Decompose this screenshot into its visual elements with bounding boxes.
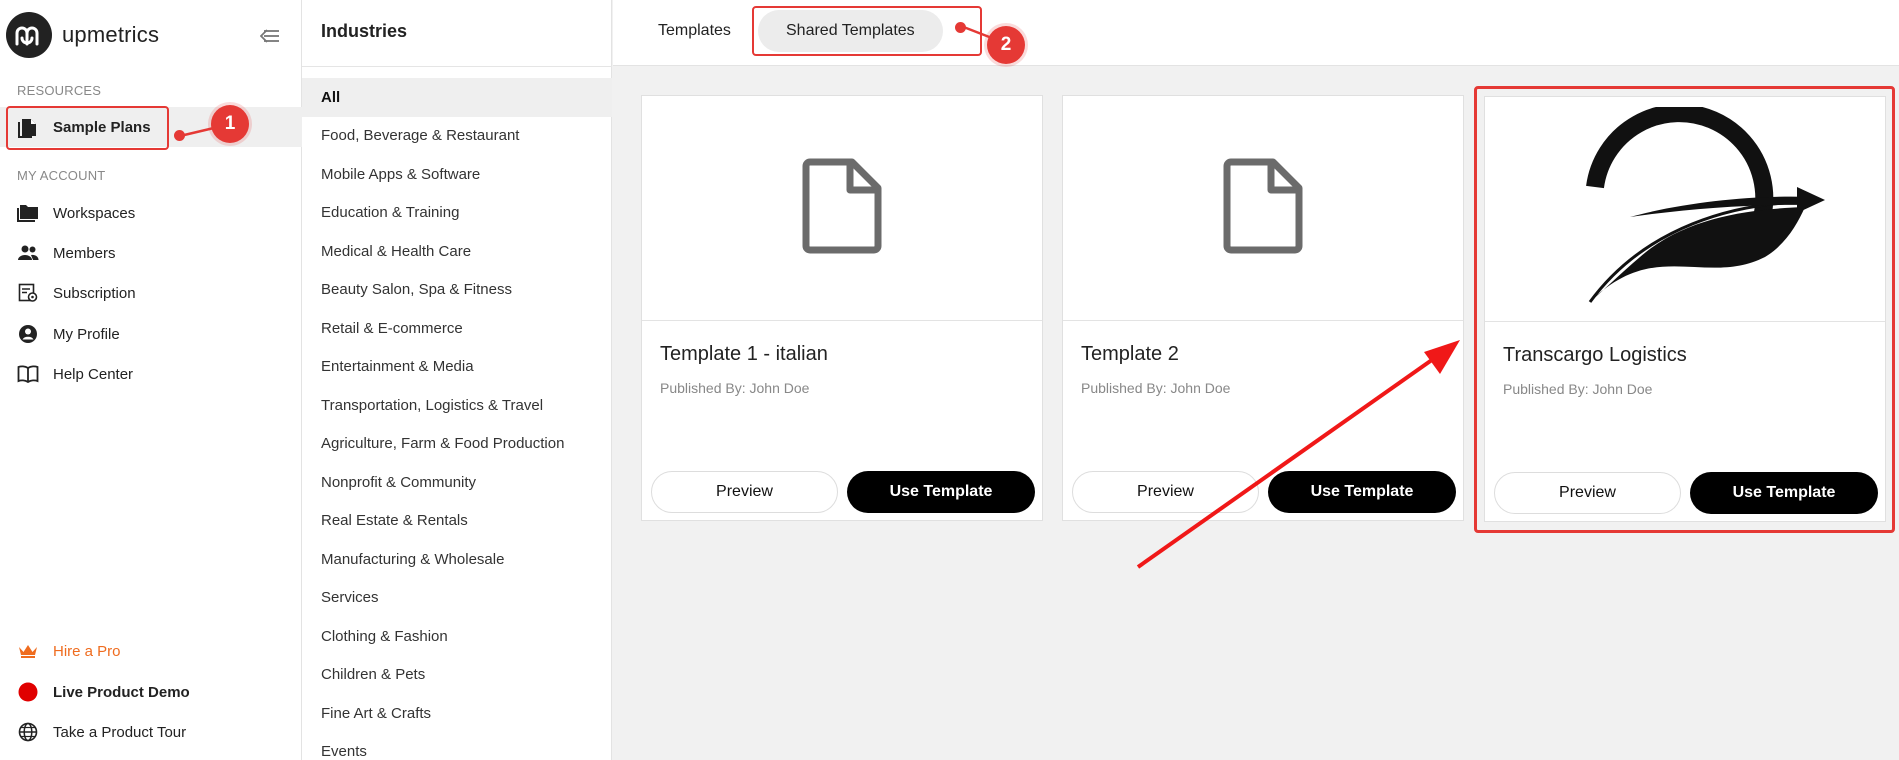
sidebar-item-label: Workspaces [53,204,136,222]
card-thumbnail [1063,96,1463,321]
industry-item[interactable]: Clothing & Fashion [302,617,612,656]
sidebar-item-label: My Profile [53,325,120,343]
sidebar-item-label: Subscription [53,284,136,302]
sidebar-item-label: Live Product Demo [53,683,190,701]
live-dot-icon [16,680,40,704]
document-icon [802,158,882,259]
preview-button[interactable]: Preview [651,471,838,513]
tab-templates[interactable]: Templates [630,10,759,52]
industry-item[interactable]: Nonprofit & Community [302,463,612,502]
sidebar-item-label: Take a Product Tour [53,723,187,741]
card-published-by: Published By: John Doe [1081,380,1231,396]
members-icon [16,241,40,265]
industry-item[interactable]: Children & Pets [302,656,612,695]
sidebar-item-live-product-demo[interactable]: Live Product Demo [0,672,302,712]
use-template-button[interactable]: Use Template [847,471,1035,513]
globe-icon [16,720,40,744]
card-title: Transcargo Logistics [1503,344,1687,366]
brand-name: upmetrics [62,22,160,47]
brand[interactable]: upmetrics [6,12,159,58]
card-title: Template 2 [1081,343,1179,365]
preview-button[interactable]: Preview [1072,471,1259,513]
industry-item[interactable]: Manufacturing & Wholesale [302,540,612,579]
industry-item[interactable]: Transportation, Logistics & Travel [302,386,612,425]
sidebar-item-label: Members [53,244,116,262]
my-account-section-label: MY ACCOUNT [17,168,106,183]
divider [302,66,612,67]
template-card[interactable]: Template 2 Published By: John Doe Previe… [1062,95,1464,521]
card-published-by: Published By: John Doe [1503,381,1653,397]
industry-item[interactable]: Services [302,579,612,618]
use-template-button[interactable]: Use Template [1268,471,1456,513]
card-thumbnail [1485,97,1885,322]
template-card[interactable]: Transcargo Logistics Published By: John … [1484,96,1886,522]
profile-icon [16,322,40,346]
template-card[interactable]: Template 1 - italian Published By: John … [641,95,1043,521]
document-icon [1223,158,1303,259]
industry-item[interactable]: Retail & E-commerce [302,309,612,348]
tab-bar: Templates Shared Templates [613,0,1899,66]
sidebar-item-take-a-product-tour[interactable]: Take a Product Tour [0,712,302,752]
resources-section-label: RESOURCES [17,83,102,98]
sidebar-item-my-profile[interactable]: My Profile [0,314,302,354]
industry-item[interactable]: Real Estate & Rentals [302,502,612,541]
industry-item[interactable]: Fine Art & Crafts [302,694,612,733]
sidebar-item-label: Help Center [53,365,134,383]
sidebar-item-subscription[interactable]: Subscription [0,273,302,313]
sidebar-item-sample-plans[interactable]: Sample Plans [0,107,302,147]
sidebar-item-label: Sample Plans [53,118,151,136]
crown-icon [16,639,40,663]
card-thumbnail [642,96,1042,321]
folder-icon [16,201,40,225]
preview-button[interactable]: Preview [1494,472,1681,514]
sidebar-item-workspaces[interactable]: Workspaces [0,193,302,233]
industry-item[interactable]: Beauty Salon, Spa & Fitness [302,271,612,310]
industry-item[interactable]: Events [302,733,612,760]
book-icon [16,362,40,386]
industries-panel: Industries All Food, Beverage & Restauran… [302,0,612,760]
sidebar-item-label: Hire a Pro [53,642,121,660]
use-template-button[interactable]: Use Template [1690,472,1878,514]
industry-item[interactable]: Food, Beverage & Restaurant [302,117,612,156]
transcargo-logo-icon [1535,103,1835,312]
sidebar-item-members[interactable]: Members [0,233,302,273]
sidebar-item-hire-a-pro[interactable]: Hire a Pro [0,631,302,671]
card-title: Template 1 - italian [660,343,828,365]
collapse-sidebar-icon[interactable] [258,24,282,48]
documents-icon [16,115,40,139]
industry-item[interactable]: Medical & Health Care [302,232,612,271]
industry-item[interactable]: Education & Training [302,194,612,233]
upmetrics-logo-icon [6,12,52,58]
industries-title: Industries [321,21,408,41]
industries-list: All Food, Beverage & Restaurant Mobile App… [302,78,612,760]
card-published-by: Published By: John Doe [660,380,810,396]
main-content: Templates Shared Templates Template 1 - … [613,0,1899,760]
industry-item[interactable]: Mobile Apps & Software [302,155,612,194]
industry-item[interactable]: Entertainment & Media [302,348,612,387]
sidebar-item-help-center[interactable]: Help Center [0,354,302,394]
sidebar: upmetrics RESOURCES Sample Plans MY ACCO… [0,0,302,760]
industry-item[interactable]: Agriculture, Farm & Food Production [302,425,612,464]
industry-item[interactable]: All [302,78,612,117]
tab-shared-templates[interactable]: Shared Templates [758,10,943,52]
subscription-icon [16,281,40,305]
